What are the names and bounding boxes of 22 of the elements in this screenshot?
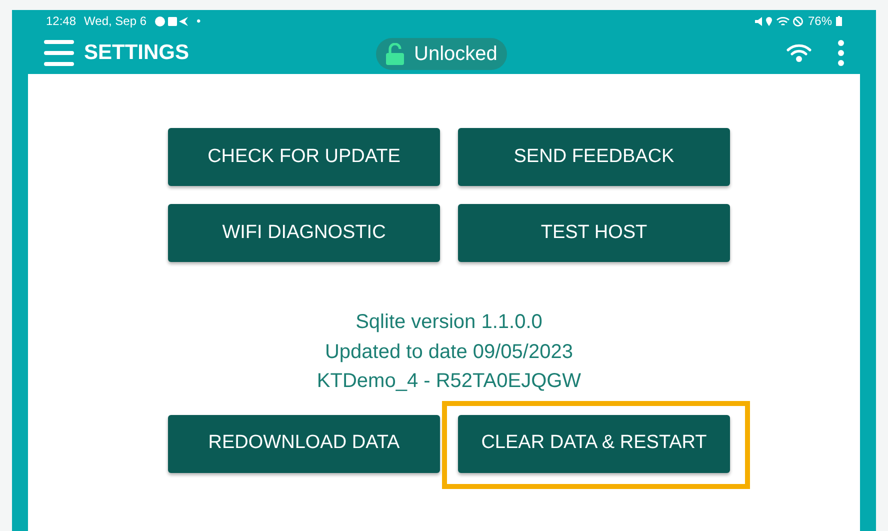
status-date: Wed, Sep 6 bbox=[84, 13, 147, 30]
notification-icon bbox=[154, 16, 189, 26]
lock-status-text: Unlocked bbox=[414, 42, 498, 67]
status-time: 12:48 bbox=[46, 13, 76, 30]
battery-percent: 76% bbox=[808, 13, 832, 30]
settings-button[interactable]: REDOWNLOAD DATA bbox=[168, 414, 440, 472]
settings-button[interactable]: CHECK FOR UPDATE bbox=[168, 128, 440, 186]
settings-button[interactable]: SEND FEEDBACK bbox=[458, 128, 730, 186]
settings-button[interactable]: CLEAR DATA & RESTART bbox=[458, 414, 730, 472]
battery-icon bbox=[836, 16, 842, 26]
info-line: Sqlite version 1.1.0.0 bbox=[356, 310, 542, 335]
status-dot: • bbox=[196, 13, 201, 30]
status-icons bbox=[754, 16, 804, 26]
screen-title: SETTINGS bbox=[84, 40, 190, 66]
unlocked-padlock-icon bbox=[386, 43, 404, 65]
settings-button[interactable]: WIFI DIAGNOSTIC bbox=[168, 204, 440, 262]
more-options-icon[interactable] bbox=[838, 40, 844, 66]
wifi-icon[interactable] bbox=[786, 43, 812, 63]
info-line: Updated to date 09/05/2023 bbox=[324, 340, 573, 364]
settings-button[interactable]: TEST HOST bbox=[458, 204, 730, 262]
menu-icon[interactable] bbox=[44, 39, 74, 67]
info-line: KTDemo_4 - R52TA0EJQGW bbox=[316, 369, 582, 394]
